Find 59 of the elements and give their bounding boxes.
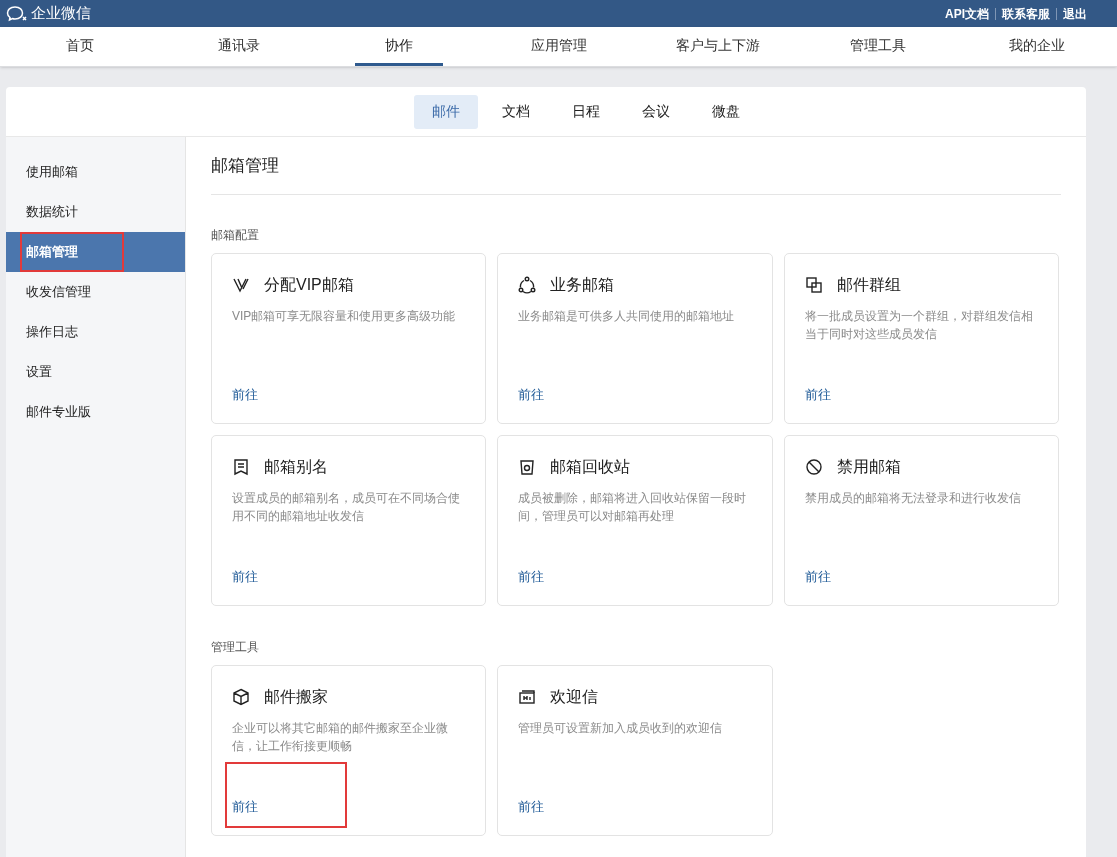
sidebar-item[interactable]: 使用邮箱 (6, 152, 185, 192)
card-description: 管理员可设置新加入成员收到的欢迎信 (518, 720, 724, 737)
card-description: 企业可以将其它邮箱的邮件搬家至企业微信，让工作衔接更顺畅 (232, 720, 449, 755)
sidebar-item[interactable]: 操作日志 (6, 312, 185, 352)
nav-tab[interactable]: 客户与上下游 (646, 27, 791, 66)
share-icon (518, 276, 537, 294)
header-link[interactable]: 联系客服 (1002, 4, 1050, 23)
card-title: 邮件搬家 (264, 687, 328, 707)
card-title: 禁用邮箱 (836, 457, 901, 477)
card-description: 将一批成员设置为一个群组，对群组发信相当于同时对这些成员发信 (804, 308, 1034, 343)
card-title: 分配VIP邮箱 (264, 275, 354, 295)
nav-tab[interactable]: 应用管理 (500, 27, 617, 66)
v-letter-icon (232, 276, 250, 294)
sub-tab[interactable]: 会议 (624, 94, 688, 129)
sidebar-item[interactable]: 邮件专业版 (6, 392, 185, 432)
card-title: 邮箱别名 (264, 457, 328, 477)
nav-tab[interactable]: 协作 (354, 27, 443, 66)
section-title: 管理工具 (211, 639, 260, 656)
nav-tab[interactable]: 通讯录 (188, 27, 291, 66)
card-title: 邮箱回收站 (550, 457, 631, 477)
page-title: 邮箱管理 (211, 154, 279, 177)
cube-icon (232, 688, 250, 706)
section-title: 邮箱配置 (211, 227, 260, 244)
bin-icon (518, 458, 537, 476)
nav-tab[interactable]: 我的企业 (979, 27, 1096, 66)
card-title: 业务邮箱 (550, 275, 615, 295)
card-description: VIP邮箱可享无限容量和使用更多高级功能 (232, 308, 457, 325)
card-description: 禁用成员的邮箱将无法登录和进行收发信 (804, 490, 1022, 507)
card-title: 邮件群组 (836, 275, 901, 295)
greeting-card-icon (518, 688, 537, 706)
card-description: 成员被删除，邮箱将进入回收站保留一段时间，管理员可以对邮箱再处理 (518, 490, 748, 525)
nav-tab[interactable]: 管理工具 (819, 27, 936, 66)
header-link[interactable]: 退出 (1063, 4, 1087, 23)
sidebar-item[interactable]: 邮箱管理 (6, 232, 185, 272)
go-link[interactable]: 前往 (232, 569, 258, 584)
go-link[interactable]: 前往 (518, 387, 545, 402)
sidebar-item[interactable]: 收发信管理 (6, 272, 185, 312)
go-link[interactable]: 前往 (232, 387, 258, 402)
brand-name: 企业微信 (31, 3, 91, 24)
overlapping-squares-icon (804, 276, 823, 294)
sidebar-item[interactable]: 设置 (6, 352, 185, 392)
prohibited-icon (804, 458, 823, 476)
sidebar-item[interactable]: 数据统计 (6, 192, 185, 232)
bookmark-icon (232, 458, 250, 476)
card-description: 业务邮箱是可供多人共同使用的邮箱地址 (518, 308, 736, 325)
sub-tab[interactable]: 邮件 (414, 94, 478, 129)
card-title: 欢迎信 (550, 687, 599, 707)
go-link[interactable]: 前往 (804, 569, 831, 584)
go-link[interactable]: 前往 (518, 799, 545, 814)
sub-tab[interactable]: 微盘 (694, 94, 758, 129)
sub-tab[interactable]: 日程 (554, 94, 618, 129)
go-link[interactable]: 前往 (804, 387, 831, 402)
nav-tab[interactable]: 首页 (35, 27, 124, 66)
sub-tab[interactable]: 文档 (484, 94, 548, 129)
header-link[interactable]: API文档 (945, 4, 989, 23)
card-description: 设置成员的邮箱别名，成员可在不同场合使用不同的邮箱地址收发信 (232, 490, 461, 525)
go-link[interactable]: 前往 (232, 799, 258, 814)
go-link[interactable]: 前往 (518, 569, 545, 584)
chat-bubbles-icon (6, 4, 28, 23)
